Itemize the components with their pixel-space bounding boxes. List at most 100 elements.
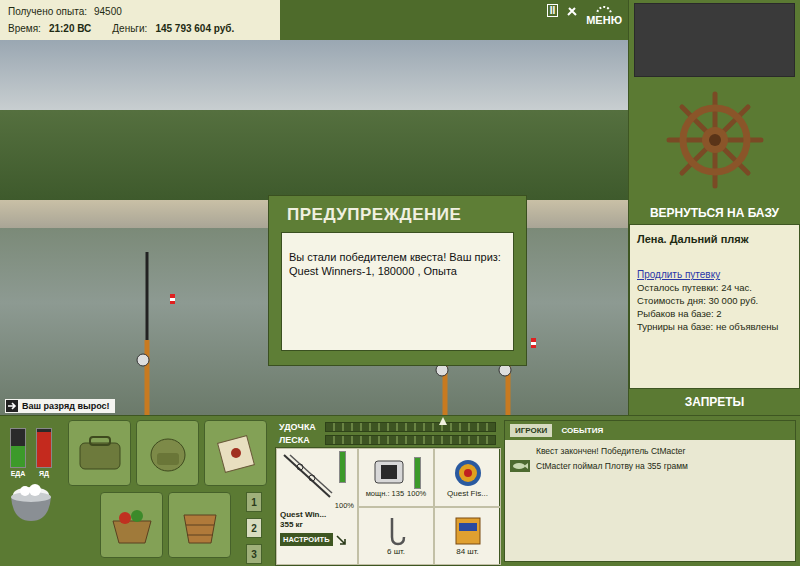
bait-box-icon xyxy=(450,515,486,547)
gear-icon xyxy=(593,4,615,14)
chat-tabs: ИГРОКИ СОБЫТИЯ xyxy=(505,421,795,440)
fishing-scene[interactable]: ПРЕДУПРЕЖДЕНИЕВы стали победителем квест… xyxy=(0,40,628,415)
rod-durability: 100% xyxy=(335,501,354,510)
stat: Деньги: 145 793 604 руб. xyxy=(112,23,234,34)
expand-arrow-icon[interactable] xyxy=(336,535,346,545)
rod-actions: НАСТРОИТЬ xyxy=(280,533,346,546)
side-panel: ВЕРНУТЬСЯ НА БАЗУ Лена. Дальний пляж Продл… xyxy=(628,0,800,415)
message-text: Квест закончен! Победитель CtMacter xyxy=(536,446,685,456)
tension-track xyxy=(325,422,496,432)
game-screen: Получено опыта:94500 Время:21:20 ВС Деньги… xyxy=(0,0,800,566)
pot-icon[interactable] xyxy=(5,481,57,525)
sky xyxy=(0,40,628,110)
stats-panel: Получено опыта:94500 Время:21:20 ВС Деньги… xyxy=(0,0,280,40)
chat-tab[interactable]: ИГРОКИ xyxy=(510,424,552,437)
inventory-block: ЕДА ЯД 1 2 3 xyxy=(0,416,275,566)
tension-label: УДОЧКА xyxy=(279,422,321,432)
tension-marker xyxy=(439,417,447,425)
notebook-slot[interactable] xyxy=(204,420,267,486)
basket-icon xyxy=(107,503,157,547)
chat-panel: ИГРОКИ СОБЫТИЯ Квест закончен! Победитель … xyxy=(504,420,796,562)
rod-cell[interactable]: 100% Quest Win...355 кг НАСТРОИТЬ xyxy=(276,448,358,565)
rod-durability-fill xyxy=(340,452,345,482)
dialog-message: Вы стали победителем квеста! Ваш приз: Q… xyxy=(281,232,514,351)
stat-value: 145 793 604 руб. xyxy=(155,23,234,34)
notice-text: Ваш разряд вырос! xyxy=(22,401,110,411)
food-basket-slot[interactable] xyxy=(100,492,163,558)
slot-pages: 1 2 3 xyxy=(246,492,262,564)
slot-row: 1 2 3 xyxy=(68,492,271,564)
location-name: Лена. Дальний пляж xyxy=(637,233,792,246)
chat-message: CtMacter поймал Плотву на 355 грамм xyxy=(510,460,790,472)
hook-cell[interactable]: 6 шт. xyxy=(358,507,434,566)
tension-row: УДОЧКА xyxy=(279,422,496,432)
extend-link[interactable]: Продлить путевку xyxy=(637,268,792,281)
experience-stat: Получено опыта:94500 xyxy=(8,6,272,17)
reel-durability-fill xyxy=(415,458,420,488)
hook-icon xyxy=(378,515,414,547)
bait-cell[interactable]: 84 шт. xyxy=(434,507,501,566)
bag-icon xyxy=(75,431,125,475)
tension-label: ЛЕСКА xyxy=(279,435,321,445)
reel-cell[interactable]: мощн.: 135100% xyxy=(358,448,434,507)
page-button[interactable]: 1 xyxy=(246,492,262,512)
top-tools: II МЕНЮ xyxy=(547,0,628,40)
stat: Время:21:20 ВС xyxy=(8,23,91,34)
reel-durability: 100% xyxy=(407,489,426,498)
gauge-row: ЕДА ЯД xyxy=(10,428,52,477)
backpack-icon xyxy=(143,431,193,475)
bottom-panel: ЕДА ЯД 1 2 3 УДОЧКА ЛЕСКА 100% Quest Win...355 к… xyxy=(0,415,800,566)
ship-wheel-icon[interactable] xyxy=(665,90,765,190)
page-button[interactable]: 2 xyxy=(246,518,262,538)
page-button[interactable]: 3 xyxy=(246,544,262,564)
tackle-block: УДОЧКА ЛЕСКА 100% Quest Win...355 кг НАСТРОИ… xyxy=(275,416,500,566)
pause-button[interactable]: II xyxy=(547,4,559,17)
info-line: Рыбаков на базе: 2 xyxy=(637,307,792,320)
gauge: ЕДА xyxy=(10,428,26,477)
stat-label: Время: xyxy=(8,23,41,34)
wheel-area xyxy=(629,77,800,202)
bucket-slot[interactable] xyxy=(168,492,231,558)
chat-message: Квест закончен! Победитель CtMacter xyxy=(510,446,790,456)
message-indent xyxy=(510,451,530,452)
rod-name: Quest Win... xyxy=(280,510,326,520)
main-area: Получено опыта:94500 Время:21:20 ВС Деньги… xyxy=(0,0,628,415)
notebook-icon xyxy=(211,431,261,475)
menu-button[interactable]: МЕНЮ xyxy=(586,4,622,26)
rod-durability-bar xyxy=(339,451,346,483)
setup-button[interactable]: НАСТРОИТЬ xyxy=(280,533,333,546)
gauge-label: ЯД xyxy=(39,470,49,477)
rod-reading: 355 кг xyxy=(280,520,303,530)
tools-icon[interactable] xyxy=(566,5,578,17)
lure-cell[interactable]: Quest Fis... xyxy=(434,448,501,507)
info-line: Турниры на базе: не объявлены xyxy=(637,320,792,333)
dialog-title: ПРЕДУПРЕЖДЕНИЕ xyxy=(281,196,514,232)
stat-label: Деньги: xyxy=(112,23,147,34)
bans-button[interactable]: ЗАПРЕТЫ xyxy=(629,389,800,415)
gauge-track xyxy=(10,428,26,468)
gauge: ЯД xyxy=(36,428,52,477)
location-info: Лена. Дальний пляж Продлить путевкуОстало… xyxy=(629,224,800,389)
backpack-slot[interactable] xyxy=(136,420,199,486)
gauge-fill xyxy=(11,446,25,467)
info-line: Осталось путевки: 24 час. xyxy=(637,281,792,294)
warning-dialog: ПРЕДУПРЕЖДЕНИЕВы стали победителем квест… xyxy=(268,195,527,366)
reel-power: мощн.: 135 xyxy=(366,489,404,498)
tackle-box-slot[interactable] xyxy=(68,420,131,486)
chat-messages: Квест закончен! Победитель CtMacter CtMac… xyxy=(505,440,795,478)
hills xyxy=(0,110,628,200)
bucket-icon xyxy=(175,503,225,547)
fish-icon xyxy=(510,460,530,472)
stat-row: Время:21:20 ВС Деньги: 145 793 604 руб. xyxy=(8,23,272,34)
slot-row xyxy=(68,420,271,486)
hook-count: 6 шт. xyxy=(387,547,405,556)
lure-name: Quest Fis... xyxy=(447,489,488,498)
rank-notice[interactable]: Ваш разряд вырос! xyxy=(5,399,115,413)
chat-tab[interactable]: СОБЫТИЯ xyxy=(556,424,608,437)
reel-info: мощн.: 135100% xyxy=(366,489,427,498)
tension-track xyxy=(325,435,496,445)
return-to-base-button[interactable]: ВЕРНУТЬСЯ НА БАЗУ xyxy=(629,202,800,224)
gauge-track xyxy=(36,428,52,468)
message-text: CtMacter поймал Плотву на 355 грамм xyxy=(536,461,688,471)
inventory-slots: 1 2 3 xyxy=(62,416,275,566)
